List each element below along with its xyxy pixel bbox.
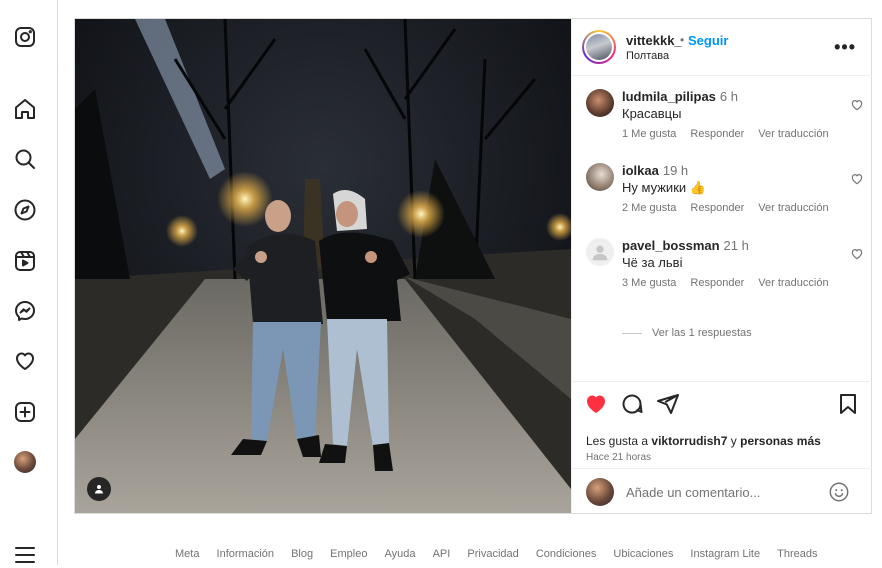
share-icon[interactable] [656, 392, 680, 416]
post-side-panel: vittekkk_ • Seguir Полтава ••• ludmila_p… [571, 19, 872, 513]
separator-dot: • [680, 33, 685, 47]
commenter-username[interactable]: ludmila_pilipas [622, 89, 716, 104]
comment-time: 19 h [662, 163, 689, 178]
follow-button[interactable]: Seguir [688, 33, 728, 48]
post-card: vittekkk_ • Seguir Полтава ••• ludmila_p… [74, 18, 872, 514]
author-avatar[interactable] [582, 30, 616, 64]
footer-link-terms[interactable]: Condiciones [536, 548, 597, 560]
messenger-icon[interactable] [12, 298, 38, 324]
likes-and: y [730, 434, 737, 448]
like-heart-icon[interactable] [584, 392, 608, 416]
reply-button[interactable]: Responder [690, 128, 744, 140]
home-icon[interactable] [12, 96, 38, 122]
more-options-icon[interactable]: ••• [834, 37, 856, 58]
footer-link-lite[interactable]: Instagram Lite [690, 548, 760, 560]
commenter-avatar[interactable] [586, 238, 614, 266]
comment-time: 21 h [723, 238, 749, 253]
create-icon[interactable] [12, 399, 38, 425]
comment-like-heart-icon[interactable] [850, 98, 864, 112]
likes-user-link[interactable]: viktorrudish7 [651, 434, 727, 448]
comment-text: Красавцы [622, 106, 682, 121]
author-username[interactable]: vittekkk_ [626, 33, 682, 48]
comment-text: Ну мужики 👍 [622, 180, 706, 195]
reels-icon[interactable] [12, 248, 38, 274]
commenter-avatar[interactable] [586, 89, 614, 117]
comment-text: Чё за льві [622, 255, 683, 270]
translate-button[interactable]: Ver traducción [758, 277, 828, 289]
search-icon[interactable] [12, 146, 38, 172]
comment-icon[interactable] [620, 392, 644, 416]
notifications-heart-icon[interactable] [12, 348, 38, 374]
footer-link-privacy[interactable]: Privacidad [467, 548, 518, 560]
footer-link-api[interactable]: API [433, 548, 451, 560]
profile-avatar[interactable] [12, 449, 38, 475]
explore-icon[interactable] [12, 197, 38, 223]
likes-prefix: Les gusta a [586, 434, 649, 448]
comment-likes[interactable]: 3 Me gusta [622, 277, 676, 289]
sidebar [0, 0, 58, 565]
post-header: vittekkk_ • Seguir Полтава ••• [572, 19, 872, 76]
footer-link-help[interactable]: Ayuda [385, 548, 416, 560]
comment-like-heart-icon[interactable] [850, 247, 864, 261]
post-actions: Les gusta a viktorrudish7 y personas más… [572, 381, 872, 514]
commenter-avatar[interactable] [586, 163, 614, 191]
post-location[interactable]: Полтава [626, 50, 669, 62]
translate-button[interactable]: Ver traducción [758, 128, 828, 140]
footer-link-info[interactable]: Información [217, 548, 274, 560]
save-bookmark-icon[interactable] [836, 392, 860, 416]
comment-likes[interactable]: 1 Me gusta [622, 128, 676, 140]
post-time[interactable]: Hace 21 horas [586, 452, 651, 463]
current-user-avatar [586, 478, 614, 506]
instagram-logo-icon[interactable] [12, 24, 38, 50]
commenter-username[interactable]: iolkaa [622, 163, 659, 178]
reply-button[interactable]: Responder [690, 202, 744, 214]
likes-summary: Les gusta a viktorrudish7 y personas más [586, 434, 821, 448]
comment-like-heart-icon[interactable] [850, 172, 864, 186]
footer-link-blog[interactable]: Blog [291, 548, 313, 560]
menu-icon[interactable] [12, 542, 38, 568]
add-comment-input[interactable]: Añade un comentario... [626, 485, 760, 500]
add-comment-bar: Añade un comentario... [572, 468, 872, 515]
emoji-icon[interactable] [828, 481, 850, 503]
tagged-users-button[interactable] [87, 477, 111, 501]
view-replies-button[interactable]: Ver las 1 respuestas [622, 327, 752, 339]
footer-link-jobs[interactable]: Empleo [330, 548, 367, 560]
post-photo[interactable] [75, 19, 571, 513]
translate-button[interactable]: Ver traducción [758, 202, 828, 214]
reply-button[interactable]: Responder [690, 277, 744, 289]
commenter-username[interactable]: pavel_bossman [622, 238, 720, 253]
comment-time: 6 h [719, 89, 738, 104]
footer-link-meta[interactable]: Meta [175, 548, 199, 560]
footer-link-threads[interactable]: Threads [777, 548, 817, 560]
comment-likes[interactable]: 2 Me gusta [622, 202, 676, 214]
footer-link-locations[interactable]: Ubicaciones [613, 548, 673, 560]
likes-others-link[interactable]: personas más [740, 434, 821, 448]
